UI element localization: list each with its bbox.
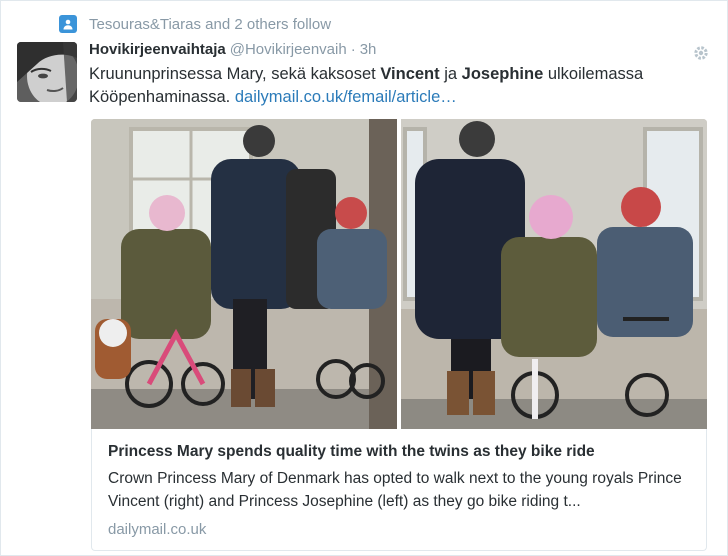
gear-icon[interactable] (693, 45, 709, 61)
tweet-text-part: ja (439, 65, 462, 83)
social-context: Tesouras&Tiaras and 2 others follow (59, 13, 331, 35)
card-title[interactable]: Princess Mary spends quality time with t… (108, 441, 690, 463)
social-context-text[interactable]: Tesouras&Tiaras and 2 others follow (89, 16, 331, 33)
card-domain[interactable]: dailymail.co.uk (108, 521, 690, 538)
photo-right[interactable] (401, 119, 707, 429)
tweet-timestamp[interactable]: 3h (360, 41, 377, 58)
tweet-text-part: Kruununprinsessa Mary, sekä kaksoset (89, 65, 381, 83)
tweet[interactable]: Tesouras&Tiaras and 2 others follow Hovi… (0, 0, 728, 556)
person-icon (59, 15, 77, 33)
tweet-header: Hovikirjeenvaihtaja @Hovikirjeenvaih · 3… (89, 41, 687, 63)
link-card[interactable]: Princess Mary spends quality time with t… (91, 429, 707, 551)
tweet-text-bold-vincent: Vincent (380, 65, 440, 83)
tweet-link[interactable]: dailymail.co.uk/femail/article… (235, 88, 457, 106)
tweet-media[interactable] (91, 119, 707, 429)
tweet-text-bold-josephine: Josephine (461, 65, 544, 83)
author-fullname[interactable]: Hovikirjeenvaihtaja (89, 41, 226, 58)
author-screenname[interactable]: @Hovikirjeenvaih (230, 41, 347, 58)
tweet-text: Kruununprinsessa Mary, sekä kaksoset Vin… (89, 63, 689, 109)
photo-left[interactable] (91, 119, 397, 429)
avatar[interactable] (17, 42, 77, 102)
header-separator: · (350, 41, 356, 58)
card-description: Crown Princess Mary of Denmark has opted… (108, 470, 682, 510)
